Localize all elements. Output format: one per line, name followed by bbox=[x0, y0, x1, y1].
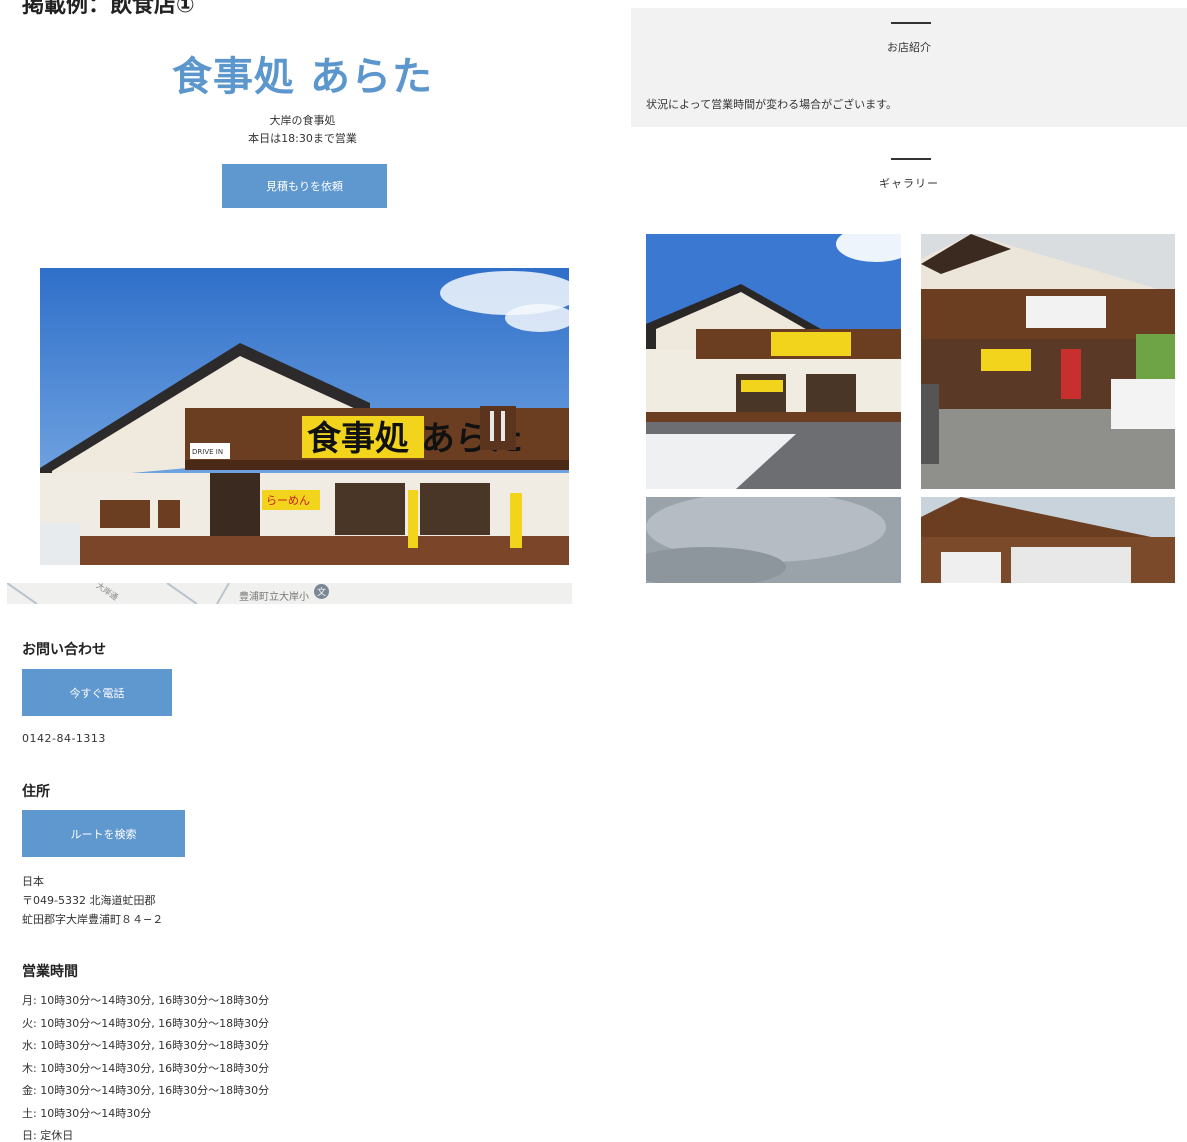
photo-banner-text: らーめん bbox=[266, 494, 310, 507]
shop-subtitle-hours: 本日は18:30まで営業 bbox=[248, 132, 357, 145]
gallery-photo[interactable] bbox=[646, 497, 901, 583]
gallery-title: ギャラリー bbox=[879, 177, 939, 190]
contact-heading: お問い合わせ bbox=[22, 642, 106, 658]
photo-drive-in-text: DRIVE IN bbox=[192, 448, 223, 456]
gallery-photo[interactable] bbox=[921, 497, 1175, 583]
address-heading: 住所 bbox=[22, 784, 50, 800]
hours-row-tue: 火: 10時30分～14時30分, 16時30分～18時30分 bbox=[22, 1016, 270, 1030]
gallery-divider bbox=[891, 158, 931, 160]
phone-number: 0142-84-1313 bbox=[22, 732, 106, 745]
gallery-photo[interactable] bbox=[921, 234, 1175, 489]
call-now-button[interactable]: 今すぐ電話 bbox=[22, 669, 172, 716]
location-map[interactable]: 大岸通 豊浦町立大岸小 文 bbox=[7, 583, 572, 604]
gallery-photo[interactable] bbox=[646, 234, 901, 489]
hours-row-sun: 日: 定休日 bbox=[22, 1129, 74, 1142]
route-search-button[interactable]: ルートを検索 bbox=[22, 810, 185, 857]
hours-row-wed: 水: 10時30分～14時30分, 16時30分～18時30分 bbox=[22, 1039, 270, 1052]
map-school-label: 豊浦町立大岸小 bbox=[239, 592, 309, 603]
page-heading: 掲載例：飲食店① bbox=[22, 0, 195, 18]
hours-row-mon: 月: 10時30分～14時30分, 16時30分～18時30分 bbox=[22, 994, 270, 1007]
shop-title: 食事処 あらた bbox=[172, 54, 433, 100]
about-text: 状況によって営業時間が変わる場合がございます。 bbox=[646, 98, 898, 111]
about-section: お店紹介 状況によって営業時間が変わる場合がございます。 bbox=[631, 8, 1187, 127]
request-quote-button[interactable]: 見積もりを依頼 bbox=[222, 164, 387, 208]
about-divider bbox=[891, 22, 931, 24]
shop-subtitle-location: 大岸の食事処 bbox=[269, 114, 336, 127]
restaurant-photo: DRIVE IN 食事処 あらた らーめん bbox=[40, 268, 569, 565]
hours-row-thu: 木: 10時30分～14時30分, 16時30分～18時30分 bbox=[22, 1061, 270, 1075]
address-postal: 〒049-5332 北海道虻田郡 bbox=[22, 894, 156, 907]
hours-row-sat: 土: 10時30分～14時30分 bbox=[22, 1106, 152, 1120]
about-title: お店紹介 bbox=[887, 41, 931, 54]
address-street: 虻田郡字大岸豊浦町８４−２ bbox=[22, 913, 164, 926]
hours-row-fri: 金: 10時30分～14時30分, 16時30分～18時30分 bbox=[22, 1084, 270, 1097]
address-country: 日本 bbox=[22, 875, 44, 888]
hours-list: 月: 10時30分～14時30分, 16時30分～18時30分 火: 10時30… bbox=[22, 992, 269, 1142]
school-pin-icon[interactable]: 文 bbox=[314, 584, 329, 599]
hours-heading: 営業時間 bbox=[22, 964, 78, 980]
